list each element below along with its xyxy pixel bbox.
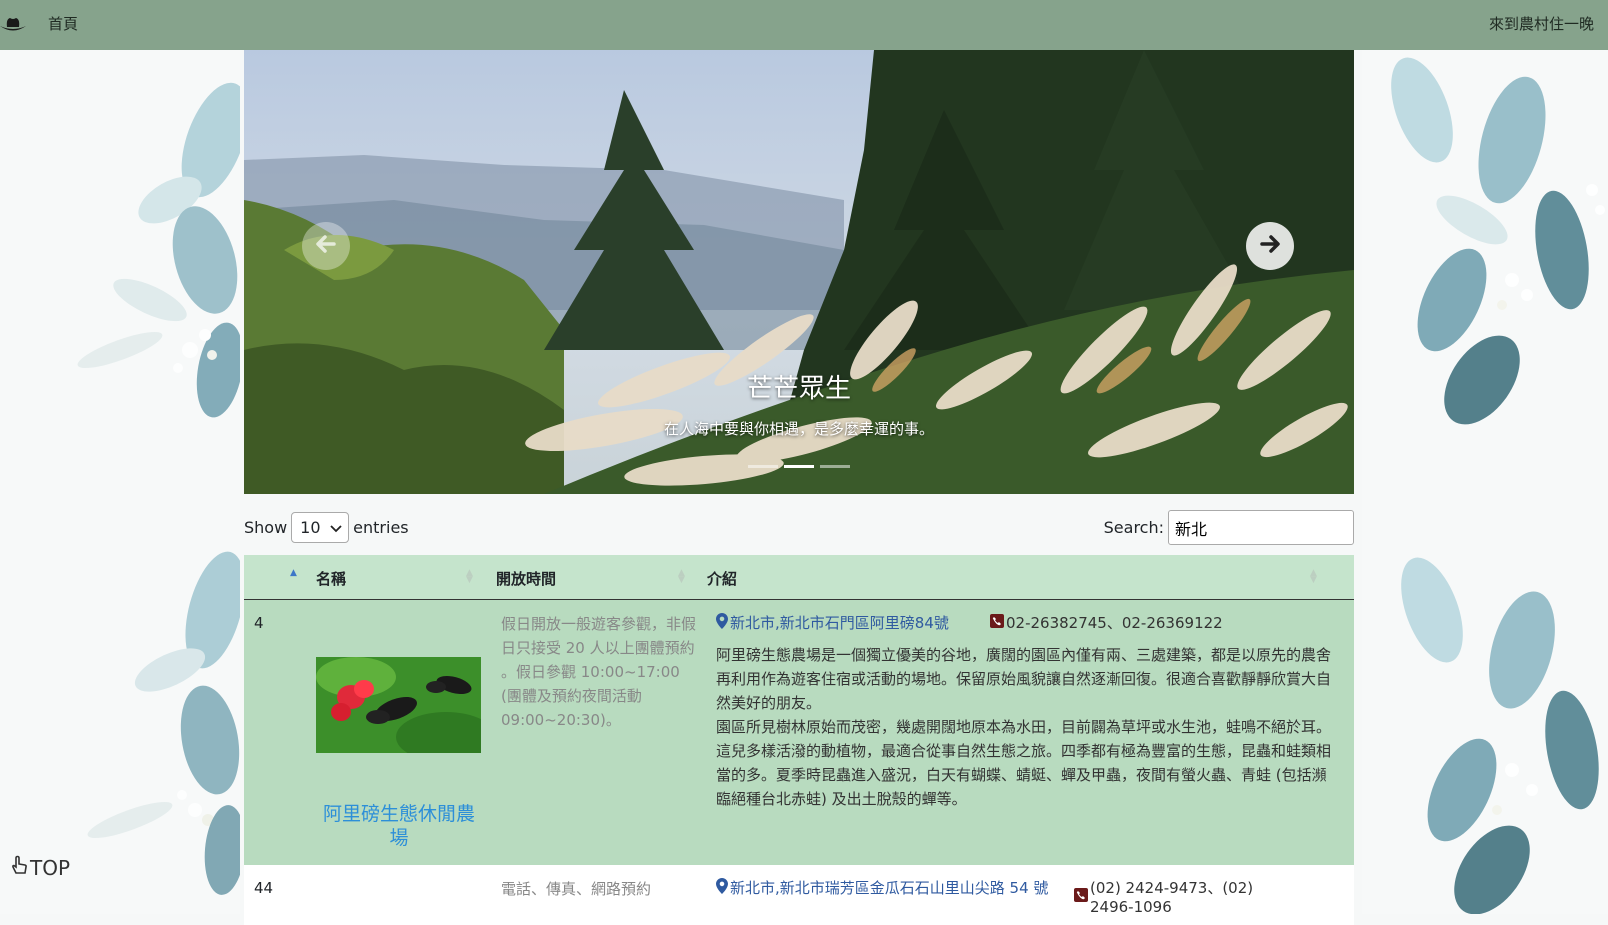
row-number: 44 <box>254 879 274 897</box>
nav-brand-link[interactable]: 來到農村住一晚 <box>1489 13 1594 34</box>
address-link[interactable]: 新北市,新北市瑞芳區金瓜石石山里山尖路 54 號 <box>716 877 1056 898</box>
sort-icon: ▲ ▼ <box>678 568 685 585</box>
farm-introduction: 阿里磅生態農場是一個獨立優美的谷地，廣闊的園區內僅有兩、三處建築，都是以原先的農… <box>716 643 1341 811</box>
phone-text: 02-26382745、02-26369122 <box>1006 614 1223 632</box>
farm-photo[interactable] <box>316 657 481 753</box>
address-text: 新北市,新北市石門區阿里磅84號 <box>730 614 949 632</box>
opening-hours: 電話、傳真、網路預約 <box>501 880 652 898</box>
back-to-top-button[interactable]: TOP <box>10 855 70 880</box>
entries-label: entries <box>353 518 409 537</box>
carousel-indicator[interactable] <box>748 465 778 468</box>
top-label: TOP <box>30 855 71 880</box>
map-marker-icon <box>716 612 728 633</box>
carousel-caption-title: 芒芒眾生 <box>746 374 851 404</box>
show-label: Show <box>244 518 288 537</box>
search-control: Search: <box>1104 510 1354 545</box>
header-intro[interactable]: 介紹 <box>707 568 737 589</box>
sort-asc-icon: ▲ <box>290 568 297 578</box>
table-row: 44 電話、傳真、網路預約 新北市,新北市瑞芳區金瓜石石山里山尖路 54 號 (… <box>244 865 1354 925</box>
phone-text: (02) 2424-9473、(02) 2496-1096 <box>1090 879 1254 916</box>
chevron-down-icon <box>330 518 342 537</box>
address-text: 新北市,新北市瑞芳區金瓜石石山里山尖路 54 號 <box>730 879 1049 897</box>
top-navbar: 首頁 來到農村住一晚 <box>0 0 1608 50</box>
phone-icon <box>990 613 1004 632</box>
page-length-control: Show 10 entries <box>244 512 409 543</box>
hat-icon[interactable] <box>0 13 26 35</box>
page-length-value: 10 <box>300 518 321 537</box>
address-link[interactable]: 新北市,新北市石門區阿里磅84號 <box>716 612 949 633</box>
table-row: 4 阿里磅生態休閒農場 假日開放一般遊客參觀，非假日只接受 20 人以上團體預約… <box>244 600 1354 865</box>
floral-decoration-right <box>1362 50 1608 914</box>
farm-table: ▲ 名稱 ▲ ▼ 開放時間 ▲ ▼ 介紹 ▲ ▼ 4 阿里磅生態休閒農場 假日開放一般 <box>244 555 1354 925</box>
table-header: ▲ 名稱 ▲ ▼ 開放時間 ▲ ▼ 介紹 ▲ ▼ <box>244 555 1354 600</box>
sort-icon: ▲ ▼ <box>466 568 473 585</box>
arrow-left-icon <box>312 230 340 262</box>
page-length-select[interactable]: 10 <box>291 512 350 543</box>
phone-info: 02-26382745、02-26369122 <box>990 612 1223 633</box>
carousel-next-button[interactable] <box>1246 222 1294 270</box>
opening-hours: 假日開放一般遊客參觀，非假日只接受 20 人以上團體預約 。假日參觀 10:00… <box>501 615 697 729</box>
arrow-right-icon <box>1256 230 1284 262</box>
carousel-caption-subtitle: 在人海中要與你相遇，是多麼幸運的事。 <box>663 420 934 438</box>
sort-icon: ▲ ▼ <box>1310 568 1317 585</box>
header-hours[interactable]: 開放時間 <box>496 568 556 589</box>
intro-paragraph: 阿里磅生態農場是一個獨立優美的谷地，廣闊的園區內僅有兩、三處建築，都是以原先的農… <box>716 646 1332 712</box>
row-number: 4 <box>254 614 264 632</box>
carousel-indicators <box>748 465 850 468</box>
header-name[interactable]: 名稱 <box>316 568 346 589</box>
map-marker-icon <box>716 877 728 898</box>
farm-name-link[interactable]: 阿里磅生態休閒農場 <box>314 802 484 850</box>
intro-paragraph: 園區所見樹林原始而茂密，幾處開闊地原本為水田，目前闢為草坪或水生池，蛙鳴不絕於耳… <box>716 718 1332 808</box>
search-label: Search: <box>1103 518 1164 537</box>
phone-icon <box>1074 887 1088 906</box>
floral-decoration-left <box>0 50 240 914</box>
carousel-prev-button[interactable] <box>302 222 350 270</box>
carousel-indicator-active[interactable] <box>784 465 814 468</box>
carousel-indicator[interactable] <box>820 465 850 468</box>
search-input[interactable] <box>1168 510 1354 545</box>
hand-pointer-icon <box>10 855 28 880</box>
nav-home-link[interactable]: 首頁 <box>48 13 78 34</box>
phone-info: (02) 2424-9473、(02) 2496-1096 <box>1074 877 1294 916</box>
hero-carousel[interactable]: 芒芒眾生 在人海中要與你相遇，是多麼幸運的事。 <box>244 50 1354 494</box>
